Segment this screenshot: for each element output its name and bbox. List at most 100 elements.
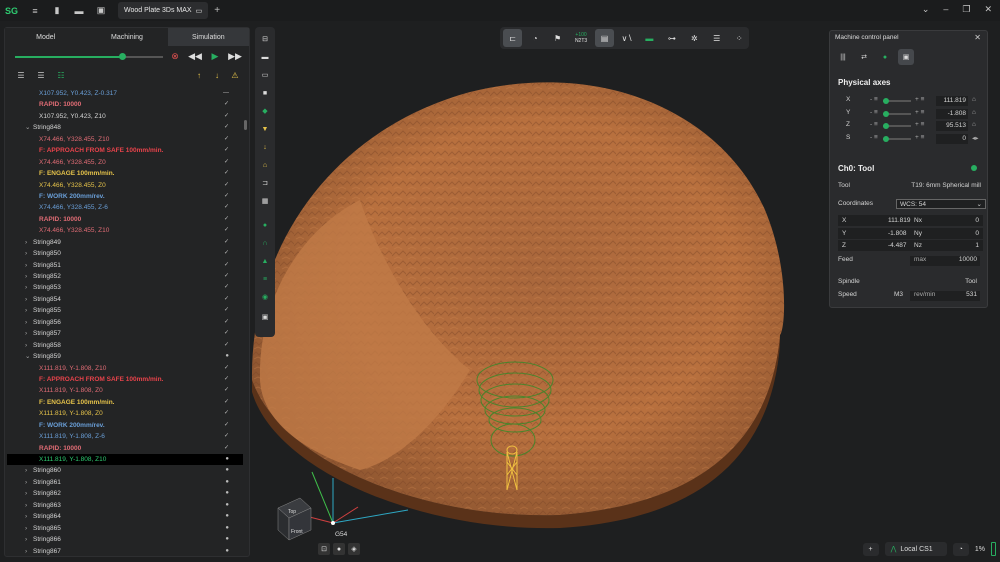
chevron-right-icon[interactable]: › xyxy=(25,477,27,488)
notification-bell-icon[interactable]: ◔ xyxy=(952,542,969,556)
tree-group-row[interactable]: › String858 ✓ xyxy=(7,340,243,351)
chevron-right-icon[interactable]: › xyxy=(25,328,27,339)
tree-command-row[interactable]: F: APPROACH FROM SAFE 100mm/min. ✓ xyxy=(7,145,243,156)
tree-command-row[interactable]: X107.952, Y0.423, Z-0.317 — xyxy=(7,88,243,99)
rewind-icon[interactable]: ◀◀ xyxy=(188,50,202,62)
tree-group-row[interactable]: › String864 ● xyxy=(7,511,243,522)
toolpath-icon[interactable]: ⌂ xyxy=(259,159,271,171)
grid-icon[interactable]: ▦ xyxy=(259,195,271,207)
tree-group-row[interactable]: › String855 ✓ xyxy=(7,305,243,316)
add-button[interactable]: + xyxy=(862,542,879,556)
tree-command-row[interactable]: F: WORK 200mm/rev. ✓ xyxy=(7,420,243,431)
tree-command-row[interactable]: RAPID: 10000 ✓ xyxy=(7,214,243,225)
tree-command-row[interactable]: X74.466, Y328.455, Z0 ✓ xyxy=(7,157,243,168)
home-icon[interactable]: ⌂ xyxy=(972,109,976,116)
screen-icon[interactable]: ▣ xyxy=(259,311,271,323)
stack-icon[interactable]: ≡ xyxy=(259,273,271,285)
tree-command-row[interactable]: X74.466, Y328.455, Z10 ✓ xyxy=(7,134,243,145)
tree-command-row[interactable]: X74.466, Y328.455, Z0 ✓ xyxy=(7,180,243,191)
chevron-right-icon[interactable]: › xyxy=(25,511,27,522)
chevron-right-icon[interactable]: › xyxy=(25,248,27,259)
shaded-view-icon[interactable]: ● xyxy=(333,543,345,555)
save-panel-icon[interactable]: ▣ xyxy=(898,49,914,65)
tree-group-row[interactable]: › String863 ● xyxy=(7,500,243,511)
move-down-icon[interactable]: ↓ xyxy=(211,69,223,81)
jog-minus-button[interactable]: - ≡ xyxy=(870,134,878,141)
chevron-right-icon[interactable]: › xyxy=(25,465,27,476)
jog-slider[interactable] xyxy=(883,123,911,129)
tree-group-row[interactable]: › String854 ✓ xyxy=(7,294,243,305)
camera-icon[interactable]: ◉ xyxy=(259,291,271,303)
tree-group-row[interactable]: › String861 ● xyxy=(7,477,243,488)
chevron-right-icon[interactable]: › xyxy=(25,294,27,305)
tree-command-row[interactable]: X74.466, Y328.455, Z10 ✓ xyxy=(7,225,243,236)
jog-plus-button[interactable]: + ≡ xyxy=(915,96,924,103)
tree-group-row[interactable]: › String867 ● xyxy=(7,546,243,557)
tab-simulation[interactable]: Simulation xyxy=(167,28,249,46)
home-icon[interactable]: ⌂ xyxy=(972,96,976,103)
tree-command-row[interactable]: X111.819, Y-1.808, Z0 ✓ xyxy=(7,408,243,419)
jog-plus-button[interactable]: + ≡ xyxy=(915,121,924,128)
expand-all-icon[interactable]: ☰ xyxy=(35,69,47,81)
tree-command-row[interactable]: RAPID: 10000 ✓ xyxy=(7,99,243,110)
chevron-right-icon[interactable]: › xyxy=(25,305,27,316)
jog-plus-button[interactable]: + ≡ xyxy=(915,109,924,116)
tree-group-row[interactable]: › String860 ● xyxy=(7,465,243,476)
jog-minus-button[interactable]: - ≡ xyxy=(870,121,878,128)
wcs-select[interactable]: WCS: 54 ⌄ xyxy=(896,199,986,209)
tree-command-row[interactable]: X107.952, Y0.423, Z10 ✓ xyxy=(7,111,243,122)
move-up-icon[interactable]: ↑ xyxy=(193,69,205,81)
coordinate-system-selector[interactable]: ⋀ Local CS1 xyxy=(884,542,947,556)
holder-icon[interactable]: ▼ xyxy=(259,123,271,135)
progress-knob[interactable] xyxy=(118,53,126,60)
tool-icon[interactable]: ◆ xyxy=(259,105,271,117)
chevron-right-icon[interactable]: › xyxy=(25,546,27,557)
tree-group-row[interactable]: › String849 ✓ xyxy=(7,237,243,248)
simulation-progress-slider[interactable] xyxy=(15,53,163,60)
counter-display[interactable]: +100 N2T3 xyxy=(570,29,591,47)
measure-icon[interactable]: ∨∖ xyxy=(617,29,636,47)
bracket-icon[interactable]: ⊐ xyxy=(259,177,271,189)
tree-command-row[interactable]: X111.819, Y-1.808, Z-6 ✓ xyxy=(7,431,243,442)
paint-icon[interactable]: ⚑ xyxy=(548,29,567,47)
tab-model[interactable]: Model xyxy=(5,28,87,46)
tree-command-row[interactable]: X74.466, Y328.455, Z-6 ✓ xyxy=(7,202,243,213)
dot-icon[interactable]: ● xyxy=(259,219,271,231)
tree-group-row[interactable]: › String862 ● xyxy=(7,488,243,499)
sliders-icon[interactable]: ☰ xyxy=(707,29,726,47)
warning-icon[interactable]: ⚠ xyxy=(229,69,241,81)
chevron-down-icon[interactable]: ⌄ xyxy=(25,351,30,362)
tree-command-row[interactable]: F: APPROACH FROM SAFE 100mm/min. ✓ xyxy=(7,374,243,385)
chevron-right-icon[interactable]: › xyxy=(25,340,27,351)
chevron-right-icon[interactable]: › xyxy=(25,488,27,499)
tree-group-row[interactable]: › String866 ● xyxy=(7,534,243,545)
tree-group-row[interactable]: › String850 ✓ xyxy=(7,248,243,259)
tree-group-row[interactable]: ⌄ String848 ✓ xyxy=(7,122,243,133)
chevron-right-icon[interactable]: › xyxy=(25,271,27,282)
jog-slider[interactable] xyxy=(883,98,911,104)
fit-view-icon[interactable]: ⊡ xyxy=(318,543,330,555)
tree-group-row[interactable]: › String852 ✓ xyxy=(7,271,243,282)
wave-icon[interactable]: ∩ xyxy=(259,237,271,249)
jog-knob[interactable] xyxy=(883,123,889,129)
wireframe-view-icon[interactable]: ◈ xyxy=(348,543,360,555)
tree-group-row[interactable]: › String857 ✓ xyxy=(7,328,243,339)
tree-command-row[interactable]: X111.819, Y-1.808, Z10 ● xyxy=(7,454,243,466)
tree-command-row[interactable]: F: ENGAGE 100mm/min. ✓ xyxy=(7,168,243,179)
tree-group-row[interactable]: › String851 ✓ xyxy=(7,260,243,271)
tree-command-row[interactable]: F: WORK 200mm/rev. ✓ xyxy=(7,191,243,202)
chevron-down-icon[interactable]: ⌄ xyxy=(25,122,30,133)
fixture-icon[interactable]: ■ xyxy=(259,87,271,99)
part-icon[interactable]: ▭ xyxy=(259,69,271,81)
play-icon[interactable]: ▶ xyxy=(209,50,221,62)
list-numbered-icon[interactable]: ☷ xyxy=(55,69,67,81)
tree-group-row[interactable]: ⌄ String859 ● xyxy=(7,351,243,362)
tab-machining[interactable]: Machining xyxy=(86,28,168,46)
chevron-right-icon[interactable]: › xyxy=(25,260,27,271)
jog-minus-button[interactable]: - ≡ xyxy=(870,96,878,103)
simulation-mode-icon[interactable]: ⊏ xyxy=(503,29,523,47)
tree-command-row[interactable]: RAPID: 10000 ✓ xyxy=(7,443,243,454)
tree-command-row[interactable]: X111.819, Y-1.808, Z0 ✓ xyxy=(7,385,243,396)
chevron-right-icon[interactable]: › xyxy=(25,523,27,534)
tree-group-row[interactable]: › String865 ● xyxy=(7,523,243,534)
